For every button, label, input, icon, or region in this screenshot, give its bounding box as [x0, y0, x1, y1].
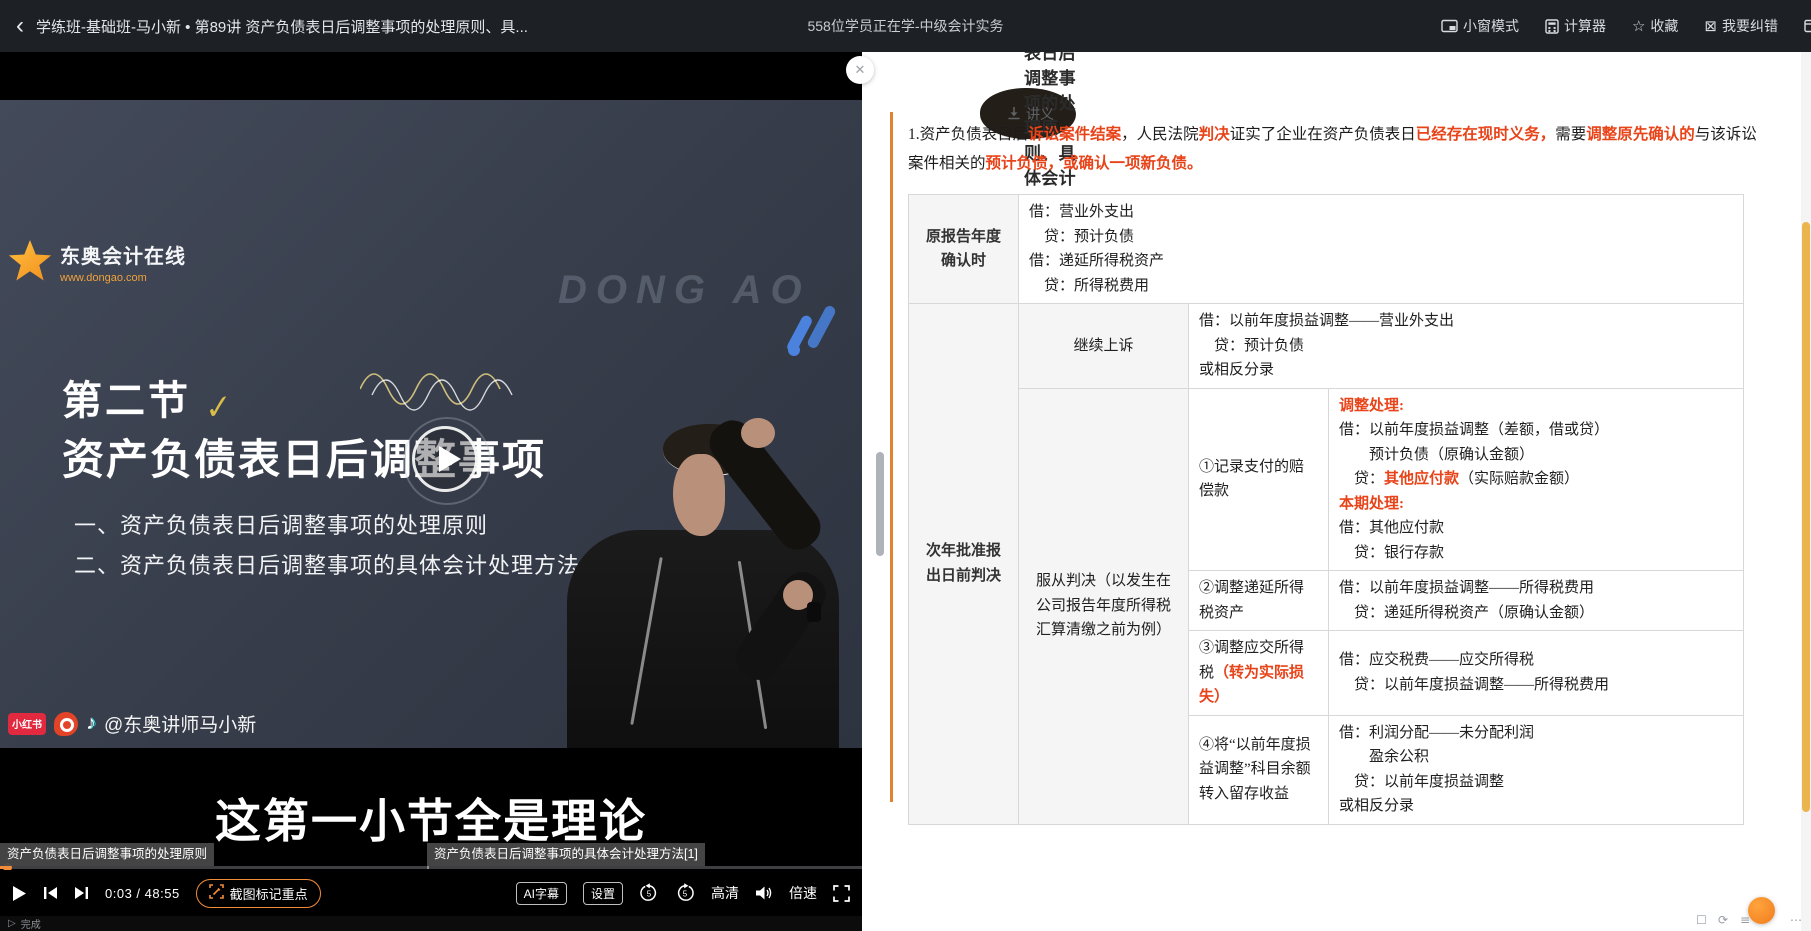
- report-error-label: 我要纠错: [1722, 16, 1778, 36]
- forward-5-icon[interactable]: 5: [675, 883, 695, 903]
- table-cell: 借：以前年度损益调整——营业外支出 贷：预计负债或相反分录: [1189, 304, 1744, 389]
- table-row: 原报告年度确认时借：营业外支出 贷：预计负债借：递延所得税资产 贷：所得税费用: [909, 195, 1744, 304]
- handout-panel: ✕ 第89讲 资产负债表日后调整事项的处理原则、具体会计处理方法（1） 讲义 1…: [862, 52, 1811, 931]
- player-controls: 0:03 / 48:55 截图标记重点 AI字幕 设置 5 5 高清 倍速: [0, 870, 862, 916]
- clipped-action-button[interactable]: [1804, 19, 1811, 33]
- chapter-tag-2[interactable]: 资产负债表日后调整事项的具体会计处理方法[1]: [427, 843, 705, 866]
- table-cell: 调整处理:借：以前年度损益调整（差额，借或贷） 预计负债（原确认金额） 贷：其他…: [1329, 388, 1744, 571]
- table-row: 服从判决（以发生在公司报告年度所得税汇算清缴之前为例）①记录支付的赔偿款调整处理…: [909, 388, 1744, 571]
- footer-checkbox-icon[interactable]: ☐: [1696, 913, 1707, 927]
- back-button[interactable]: ‹: [14, 14, 26, 38]
- panel-scrollbar[interactable]: [1801, 52, 1811, 931]
- app-window: ‹ 学练班-基础班-马小新 • 第89讲 资产负债表日后调整事项的处理原则、具.…: [0, 0, 1811, 931]
- douyin-icon: ♪: [86, 712, 96, 735]
- table-cell: ②调整递延所得税资产: [1189, 571, 1329, 631]
- brand-url: www.dongao.com: [60, 272, 186, 284]
- journal-entries-table: 原报告年度确认时借：营业外支出 贷：预计负债借：递延所得税资产 贷：所得税费用次…: [908, 194, 1744, 825]
- lesson-window-title: 学练班-基础班-马小新 • 第89讲 资产负债表日后调整事项的处理原则、具...: [36, 16, 528, 37]
- table-cell: 服从判决（以发生在公司报告年度所得税汇算清缴之前为例）: [1019, 388, 1189, 824]
- handout-content: 1.资产负债表日后诉讼案件结案，人民法院判决证实了企业在资产负债表日已经存在现时…: [862, 104, 1811, 825]
- calculator-label: 计算器: [1564, 16, 1606, 36]
- error-report-icon: ⊠: [1704, 19, 1717, 34]
- table-cell: 借：以前年度损益调整——所得税费用 贷：递延所得税资产（原确认金额）: [1329, 571, 1744, 631]
- accent-line: [890, 112, 893, 802]
- time-display: 0:03 / 48:55: [105, 886, 180, 901]
- strip-arrow-icon: ▷: [8, 918, 16, 929]
- calculator-icon: [1545, 19, 1559, 34]
- close-panel-button[interactable]: ✕: [846, 56, 874, 84]
- dongao-star-icon: [8, 240, 52, 284]
- dongao-mark-icon: [788, 296, 858, 366]
- table-cell: 原报告年度确认时: [909, 195, 1019, 304]
- slide-item-2: 二、资产负债表日后调整事项的具体会计处理方法: [74, 548, 580, 580]
- table-cell: 借：利润分配——未分配利润 盈余公积 贷：以前年度损益调整或相反分录: [1329, 715, 1744, 824]
- table-row: 次年批准报出日前判决继续上诉借：以前年度损益调整——营业外支出 贷：预计负债或相…: [909, 304, 1744, 389]
- big-play-button[interactable]: [412, 426, 478, 492]
- top-bar: ‹ 学练班-基础班-马小新 • 第89讲 资产负债表日后调整事项的处理原则、具.…: [0, 0, 1811, 52]
- speed-button[interactable]: 倍速: [789, 883, 817, 903]
- calculator-button[interactable]: 计算器: [1545, 16, 1606, 36]
- handout-paragraph: 1.资产负债表日后诉讼案件结案，人民法院判决证实了企业在资产负债表日已经存在现时…: [908, 120, 1758, 178]
- rewind-5-icon[interactable]: 5: [639, 883, 659, 903]
- pip-mode-label: 小窗模式: [1463, 16, 1519, 36]
- wave-decoration: [360, 355, 540, 415]
- scrollbar-thumb[interactable]: [1802, 222, 1810, 812]
- table-cell: 继续上诉: [1019, 304, 1189, 389]
- volume-icon[interactable]: [755, 885, 773, 901]
- brand-logo: 东奥会计在线 www.dongao.com: [8, 240, 186, 284]
- screenshot-icon: [209, 884, 224, 902]
- ai-subtitle-button[interactable]: AI字幕: [516, 882, 567, 905]
- social-row: 小红书 ♪ @东奥讲师马小新: [8, 710, 256, 737]
- slide-item-1: 一、资产负债表日后调整事项的处理原则: [74, 508, 488, 540]
- svg-text:5: 5: [683, 890, 688, 899]
- brand-name: 东奥会计在线: [60, 240, 186, 269]
- table-cell: 借：应交税费——应交所得税 贷：以前年度损益调整——所得税费用: [1329, 631, 1744, 716]
- floating-action-button[interactable]: [1748, 897, 1775, 924]
- settings-button[interactable]: 设置: [583, 882, 623, 905]
- footer-more-icon[interactable]: ⋯: [1790, 913, 1802, 927]
- svg-text:5: 5: [647, 890, 652, 899]
- pip-icon: [1441, 19, 1458, 33]
- table-cell: ①记录支付的赔偿款: [1189, 388, 1329, 571]
- favorite-label: 收藏: [1650, 16, 1678, 36]
- star-icon: ☆: [1632, 19, 1645, 34]
- play-button[interactable]: [12, 885, 27, 902]
- watermark-text: DONG AO: [558, 268, 811, 313]
- previous-button[interactable]: [43, 886, 58, 900]
- fullscreen-icon[interactable]: [833, 885, 850, 902]
- clipped-icon: [1804, 19, 1811, 33]
- teacher-figure: [545, 388, 862, 748]
- screenshot-mark-label: 截图标记重点: [230, 884, 308, 903]
- strip-label: 完成: [21, 916, 41, 931]
- table-cell: 借：营业外支出 贷：预计负债借：递延所得税资产 贷：所得税费用: [1019, 195, 1744, 304]
- favorite-button[interactable]: ☆ 收藏: [1632, 16, 1678, 36]
- report-error-button[interactable]: ⊠ 我要纠错: [1704, 16, 1778, 36]
- chapter-tag-1[interactable]: 资产负债表日后调整事项的处理原则: [0, 843, 214, 866]
- checkmark-icon: ✓: [205, 385, 233, 428]
- quality-button[interactable]: 高清: [711, 883, 739, 903]
- weibo-icon: [54, 712, 78, 736]
- panel-resize-handle[interactable]: [876, 452, 884, 556]
- next-button[interactable]: [74, 886, 89, 900]
- teacher-credit: @东奥讲师马小新: [104, 710, 256, 737]
- table-cell: 次年批准报出日前判决: [909, 304, 1019, 825]
- slide-section-title: 第二节: [62, 368, 191, 426]
- pip-mode-button[interactable]: 小窗模式: [1441, 16, 1519, 36]
- video-player[interactable]: 东奥会计在线 www.dongao.com DONG AO 第二节 ✓ 资产负债…: [0, 52, 862, 931]
- table-cell: ④将“以前年度损益调整”科目余额转入留存收益: [1189, 715, 1329, 824]
- screenshot-mark-button[interactable]: 截图标记重点: [196, 879, 321, 908]
- chapter-marker: [427, 866, 429, 869]
- footer-refresh-icon[interactable]: ⟳: [1718, 913, 1728, 927]
- seek-bar[interactable]: [0, 866, 862, 869]
- bottom-strip: ▷ 完成: [0, 916, 862, 931]
- video-subtitle: 这第一小节全是理论: [0, 785, 862, 851]
- xiaohongshu-icon: 小红书: [8, 713, 46, 735]
- table-cell: ③调整应交所得税（转为实际损失）: [1189, 631, 1329, 716]
